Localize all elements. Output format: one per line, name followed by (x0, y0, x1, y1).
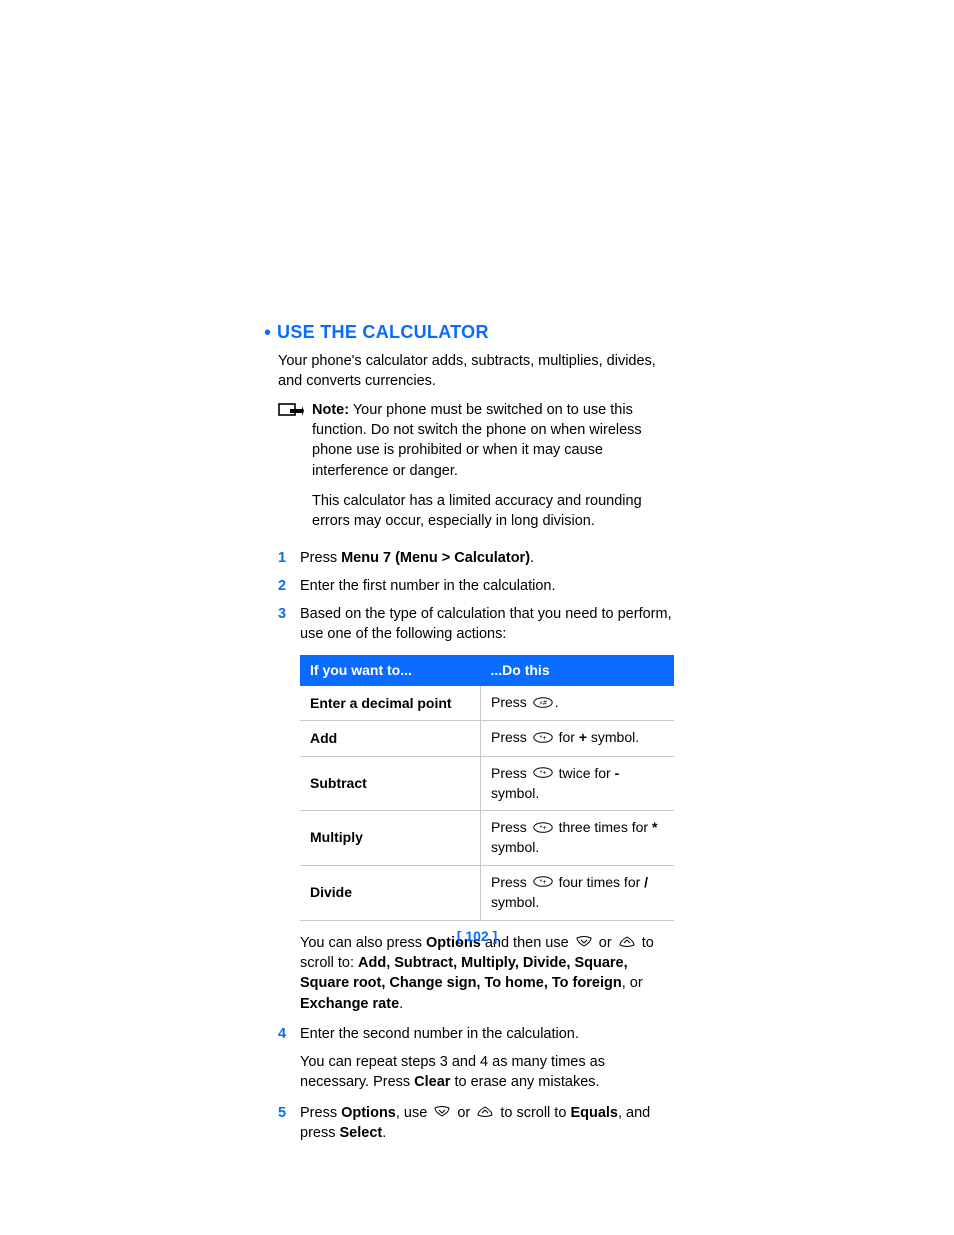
svg-text:*+: *+ (539, 879, 546, 886)
svg-text:⌕#: ⌕# (539, 700, 547, 707)
step-number: 2 (278, 576, 286, 596)
row-want: Multiply (300, 811, 481, 866)
table-header-want: If you want to... (300, 655, 481, 687)
section-heading-row: • USE THE CALCULATOR (264, 320, 674, 345)
note-text: Note: Your phone must be switched on to … (312, 400, 674, 542)
star-key-icon: *+ (533, 729, 553, 749)
scroll-down-icon (433, 1103, 451, 1123)
steps-list-cont: 4 Enter the second number in the calcula… (278, 1024, 674, 1044)
step-text: Enter the first number in the calculatio… (300, 578, 556, 594)
row-want: Divide (300, 865, 481, 920)
table-header-do: ...Do this (481, 655, 675, 687)
step-text-pre: Press (300, 550, 341, 566)
row-do: Press *+ twice for - symbol. (481, 756, 675, 811)
table-row: Multiply Press *+ three times for * symb… (300, 811, 674, 866)
page-number: [ 102 ] (0, 927, 954, 947)
step-text-post: . (530, 550, 534, 566)
intro-paragraph: Your phone's calculator adds, subtracts,… (278, 351, 674, 392)
note-icon (278, 402, 304, 426)
step-1: 1 Press Menu 7 (Menu > Calculator). (278, 548, 674, 568)
repeat-paragraph: You can repeat steps 3 and 4 as many tim… (300, 1052, 674, 1093)
svg-text:*+: *+ (539, 770, 546, 777)
step-5: 5 Press Options, use or to scroll to Equ… (278, 1103, 674, 1144)
row-do: Press *+ for + symbol. (481, 721, 675, 756)
step-number: 1 (278, 548, 286, 568)
section-heading: USE THE CALCULATOR (277, 320, 489, 345)
step-text: Based on the type of calculation that yo… (300, 606, 672, 642)
note-paragraph-2: This calculator has a limited accuracy a… (312, 491, 674, 532)
page: • USE THE CALCULATOR Your phone's calcul… (0, 0, 954, 1235)
steps-list: 1 Press Menu 7 (Menu > Calculator). 2 En… (278, 548, 674, 645)
hash-key-icon: ⌕# (533, 694, 553, 714)
step-number: 4 (278, 1024, 286, 1044)
actions-table: If you want to... ...Do this Enter a dec… (300, 655, 674, 921)
table-row: Enter a decimal point Press ⌕#. (300, 686, 674, 721)
step-text-bold: Menu 7 (Menu > Calculator) (341, 550, 530, 566)
table-row: Add Press *+ for + symbol. (300, 721, 674, 756)
svg-text:*+: *+ (539, 825, 546, 832)
row-want: Add (300, 721, 481, 756)
note-label: Note: (312, 402, 349, 418)
step-number: 3 (278, 604, 286, 624)
svg-text:*+: *+ (539, 735, 546, 742)
star-key-icon: *+ (533, 819, 553, 839)
note-block: Note: Your phone must be switched on to … (278, 400, 674, 542)
step-text: Enter the second number in the calculati… (300, 1026, 579, 1042)
star-key-icon: *+ (533, 873, 553, 893)
step-4: 4 Enter the second number in the calcula… (278, 1024, 674, 1044)
row-do: Press ⌕#. (481, 686, 675, 721)
table-row: Divide Press *+ four times for / symbol. (300, 865, 674, 920)
table-row: Subtract Press *+ twice for - symbol. (300, 756, 674, 811)
row-want: Enter a decimal point (300, 686, 481, 721)
steps-list-cont2: 5 Press Options, use or to scroll to Equ… (278, 1103, 674, 1144)
step-number: 5 (278, 1103, 286, 1123)
step-2: 2 Enter the first number in the calculat… (278, 576, 674, 596)
step-3: 3 Based on the type of calculation that … (278, 604, 674, 645)
scroll-up-icon (476, 1103, 494, 1123)
row-do: Press *+ three times for * symbol. (481, 811, 675, 866)
note-paragraph-1: Your phone must be switched on to use th… (312, 402, 642, 479)
star-key-icon: *+ (533, 764, 553, 784)
row-want: Subtract (300, 756, 481, 811)
bullet-icon: • (264, 323, 271, 343)
row-do: Press *+ four times for / symbol. (481, 865, 675, 920)
